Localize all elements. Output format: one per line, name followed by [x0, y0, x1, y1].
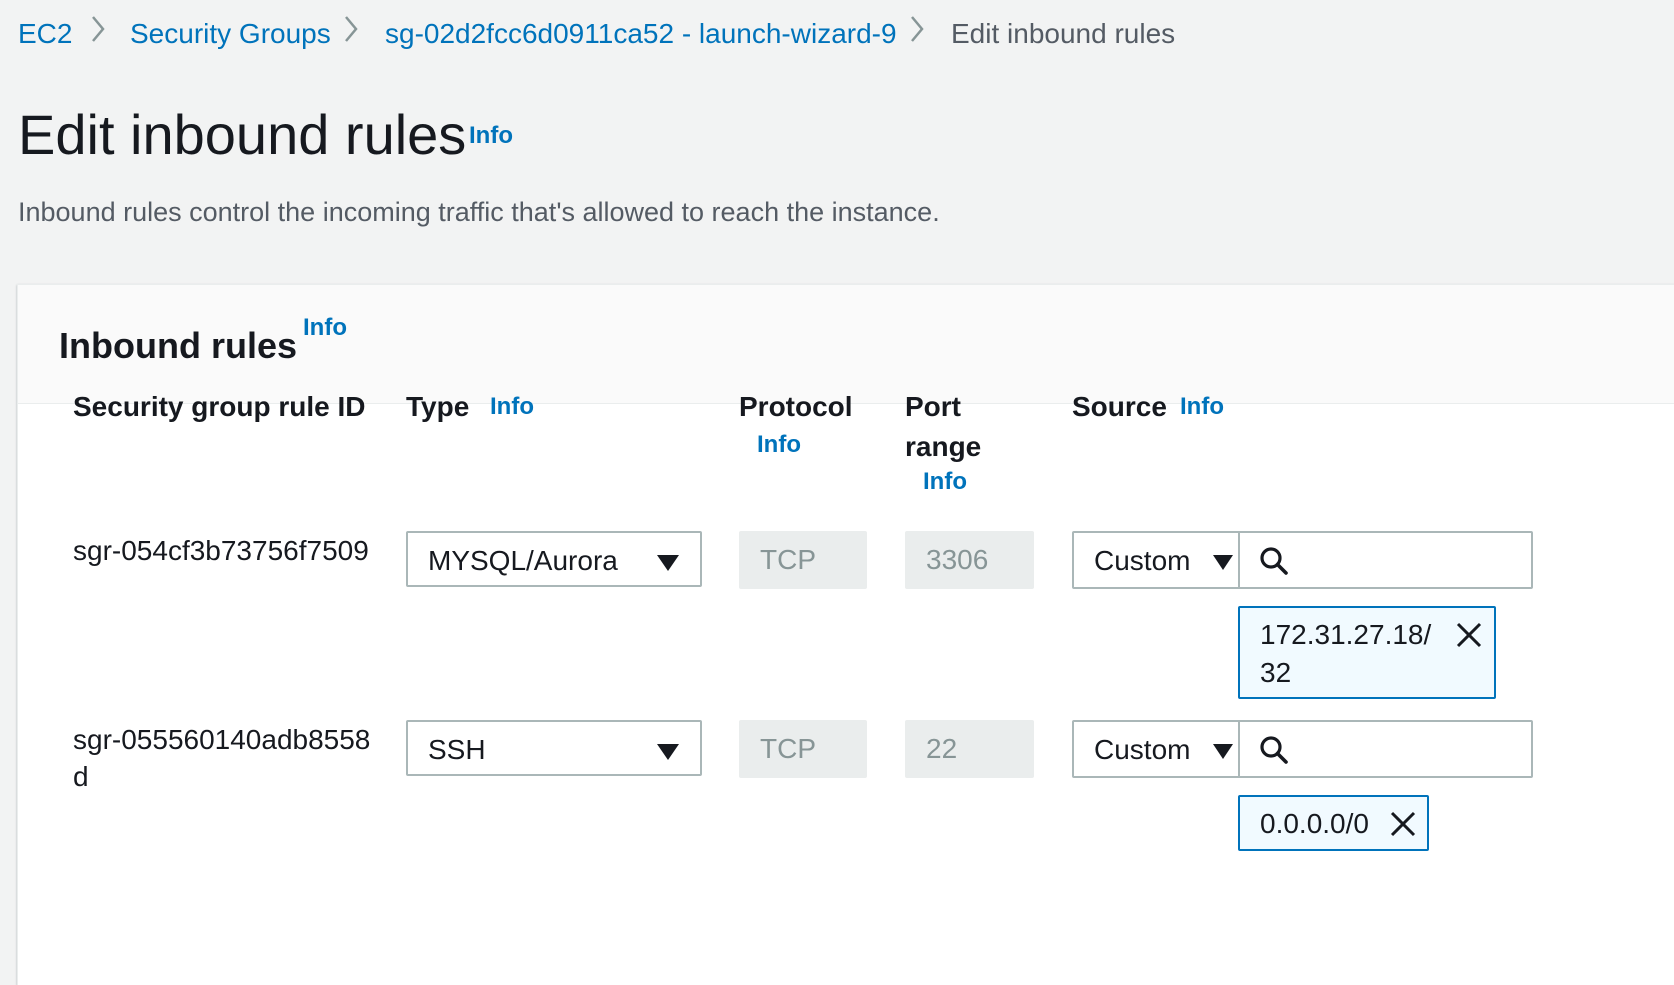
panel-title: Inbound rules — [59, 325, 297, 366]
rule-id: sgr-055560140adb8558 d — [73, 720, 370, 797]
rule-id-line1: sgr-055560140adb8558 — [73, 724, 371, 755]
caret-down-icon — [657, 744, 679, 760]
rule-id: sgr-054cf3b73756f7509 — [73, 535, 369, 566]
chevron-right-icon — [90, 14, 106, 44]
port-range-value: 3306 — [926, 544, 989, 575]
type-info-link[interactable]: Info — [490, 393, 534, 421]
column-header-protocol: Protocol — [739, 391, 853, 422]
source-search-input[interactable] — [1238, 720, 1533, 778]
breadcrumb-link-security-group[interactable]: sg-02d2fcc6d0911ca52 - launch-wizard-9 — [385, 18, 897, 50]
breadcrumb-link-security-groups[interactable]: Security Groups — [130, 18, 331, 50]
column-header-rule-id: Security group rule ID — [73, 391, 366, 422]
close-icon[interactable] — [1455, 621, 1483, 654]
column-header-port-range: Port range — [905, 387, 981, 467]
page-title: Edit inbound rules — [18, 103, 467, 166]
protocol-info-link[interactable]: Info — [757, 431, 801, 459]
type-select[interactable]: SSH — [406, 720, 702, 776]
rule-id-line2: d — [73, 761, 89, 792]
source-type-select[interactable]: Custom — [1072, 531, 1242, 589]
panel-info-link[interactable]: Info — [303, 314, 347, 342]
source-token-value: 0.0.0.0/0 — [1260, 808, 1369, 839]
port-range-value: 22 — [926, 733, 958, 764]
caret-down-icon — [1213, 555, 1233, 570]
port-label-line1: Port — [905, 391, 961, 422]
source-info-link[interactable]: Info — [1180, 393, 1224, 421]
type-select[interactable]: MYSQL/Aurora — [406, 531, 702, 587]
caret-down-icon — [1213, 744, 1233, 759]
type-select-value: SSH — [428, 734, 486, 765]
protocol-field: TCP — [739, 531, 867, 589]
search-icon — [1258, 545, 1290, 582]
source-type-select[interactable]: Custom — [1072, 720, 1242, 778]
caret-down-icon — [657, 555, 679, 571]
column-header-source: Source — [1072, 391, 1167, 422]
source-token-line1: 172.31.27.18/ — [1260, 619, 1432, 650]
source-token: 0.0.0.0/0 — [1238, 795, 1429, 851]
page-description: Inbound rules control the incoming traff… — [18, 197, 940, 227]
search-icon — [1258, 734, 1290, 771]
chevron-right-icon — [343, 14, 359, 44]
chevron-right-icon — [909, 14, 925, 44]
type-select-value: MYSQL/Aurora — [428, 545, 618, 576]
source-token-line2: 32 — [1260, 657, 1292, 688]
protocol-value: TCP — [760, 544, 816, 575]
protocol-field: TCP — [739, 720, 867, 778]
breadcrumb-current: Edit inbound rules — [951, 18, 1176, 49]
source-token: 172.31.27.18/ 32 — [1238, 606, 1496, 699]
breadcrumb-link-ec2[interactable]: EC2 — [18, 18, 72, 50]
port-range-field: 3306 — [905, 531, 1034, 589]
port-range-field: 22 — [905, 720, 1034, 778]
close-icon[interactable] — [1389, 810, 1417, 843]
port-label-line2: range — [905, 431, 982, 462]
column-header-type: Type — [406, 391, 470, 422]
source-type-value: Custom — [1094, 545, 1191, 576]
port-range-info-link[interactable]: Info — [923, 468, 967, 496]
source-search-input[interactable] — [1238, 531, 1533, 589]
source-type-value: Custom — [1094, 734, 1191, 765]
protocol-value: TCP — [760, 733, 816, 764]
page-title-info-link[interactable]: Info — [469, 122, 513, 150]
